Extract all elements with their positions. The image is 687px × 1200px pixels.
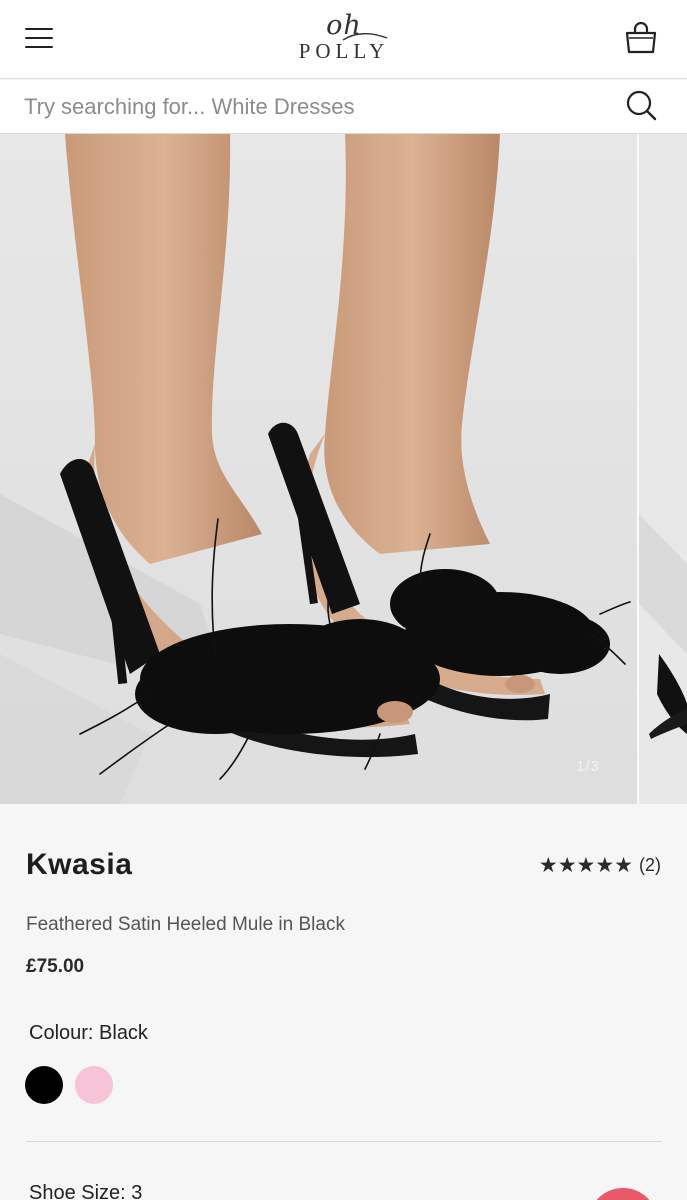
product-title: Kwasia bbox=[26, 848, 133, 881]
shopping-bag-icon[interactable] bbox=[624, 22, 658, 54]
oh-polly-logo[interactable]: oh POLLY bbox=[283, 12, 405, 70]
logo-swash-icon bbox=[342, 33, 388, 41]
image-counter: 1/3 bbox=[576, 758, 600, 775]
shoe-size-selector[interactable]: Shoe Size: 3 bbox=[29, 1182, 142, 1200]
hamburger-menu-icon[interactable] bbox=[25, 28, 53, 50]
product-image-gallery: 1/3 bbox=[0, 134, 687, 804]
product-subtitle: Feathered Satin Heeled Mule in Black bbox=[26, 914, 345, 935]
next-product-image-peek[interactable] bbox=[639, 134, 687, 804]
star-icon: ★ bbox=[557, 853, 577, 877]
product-image-main[interactable] bbox=[0, 134, 637, 804]
star-icon: ★ bbox=[576, 853, 596, 877]
review-count[interactable]: (2) bbox=[639, 855, 661, 876]
star-icon: ★ bbox=[614, 853, 633, 877]
colour-swatch-pink[interactable] bbox=[75, 1066, 113, 1104]
section-divider bbox=[26, 1141, 662, 1142]
search-bar bbox=[0, 80, 687, 134]
search-icon[interactable] bbox=[625, 89, 657, 121]
colour-swatch-black[interactable] bbox=[25, 1066, 63, 1104]
product-rating[interactable]: ★ ★ ★ ★ ★ (2) bbox=[539, 854, 661, 876]
star-icon: ★ bbox=[538, 853, 558, 877]
site-header: oh POLLY bbox=[0, 0, 687, 79]
product-price: £75.00 bbox=[26, 956, 85, 977]
search-input[interactable] bbox=[24, 90, 604, 124]
star-icon: ★ bbox=[595, 853, 615, 877]
colour-label: Colour: Black bbox=[29, 1022, 148, 1044]
product-info-section: Kwasia ★ ★ ★ ★ ★ (2) Feathered Satin Hee… bbox=[0, 804, 687, 1200]
